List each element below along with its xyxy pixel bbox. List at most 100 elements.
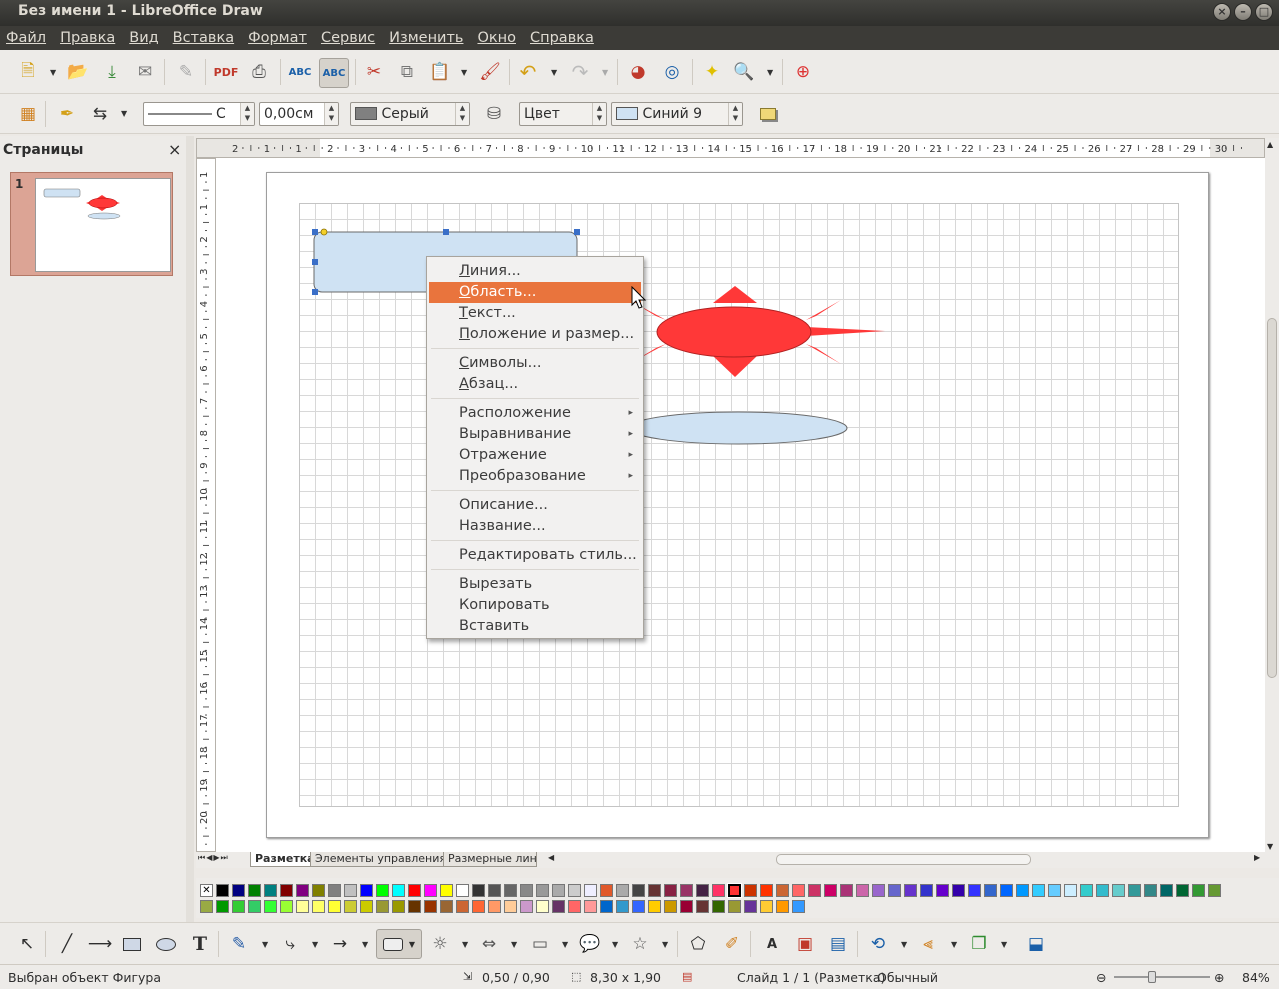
color-swatch[interactable] [1064, 884, 1077, 897]
curve-dropdown-icon[interactable]: ▼ [262, 940, 268, 949]
color-swatch[interactable] [568, 884, 581, 897]
gluepoints-tool-icon[interactable]: ✐ [720, 932, 744, 956]
scroll-right-icon[interactable]: ▶ [1254, 853, 1260, 862]
block-arrows-icon[interactable]: ⇔ [477, 932, 501, 956]
color-swatch[interactable] [536, 900, 549, 913]
color-swatch[interactable] [520, 900, 533, 913]
color-swatch[interactable] [264, 884, 277, 897]
color-swatch[interactable] [776, 900, 789, 913]
color-swatch[interactable] [1032, 884, 1045, 897]
menu-edit[interactable]: Правка [54, 30, 123, 46]
context-menu-item[interactable]: Положение и размер... [429, 324, 641, 345]
line-width-spin[interactable]: ▲ ▼ [324, 103, 338, 125]
color-swatch[interactable] [408, 884, 421, 897]
color-swatch[interactable] [392, 884, 405, 897]
gluepoint-icon[interactable]: ✦ [700, 60, 724, 84]
curve-tool-icon[interactable]: ✎ [227, 932, 251, 956]
context-menu-item[interactable]: Редактировать стиль... [429, 545, 641, 566]
flowchart-icon[interactable]: ▭ [528, 932, 552, 956]
color-swatch[interactable] [584, 884, 597, 897]
help-icon[interactable]: ⊕ [791, 60, 815, 84]
color-swatch[interactable] [760, 900, 773, 913]
color-swatch[interactable] [360, 884, 373, 897]
save-icon[interactable]: ⤓ [100, 60, 124, 84]
scroll-down-icon[interactable]: ▼ [1267, 842, 1273, 851]
vertical-ruler[interactable]: 1 1 2 3 4 5 6 7 8 9 10 11 12 13 14 15 16 17 18 19 20 [196, 158, 216, 852]
color-swatch[interactable] [376, 884, 389, 897]
callouts-dropdown-icon[interactable]: ▼ [612, 940, 618, 949]
lines-arrows-dropdown-icon[interactable]: ▼ [362, 940, 368, 949]
color-swatch[interactable] [1016, 884, 1029, 897]
shadow-icon[interactable] [756, 102, 780, 126]
basic-shapes-icon[interactable]: ▼ [376, 929, 422, 959]
color-swatch[interactable] [1208, 884, 1221, 897]
color-swatch[interactable] [360, 900, 373, 913]
color-swatch[interactable] [280, 884, 293, 897]
symbol-shapes-dropdown-icon[interactable]: ▼ [462, 940, 468, 949]
arrow-style-dropdown-icon[interactable]: ▼ [121, 109, 127, 118]
color-swatch[interactable] [328, 900, 341, 913]
color-swatch[interactable] [328, 884, 341, 897]
color-swatch[interactable] [856, 884, 869, 897]
print-icon[interactable]: ⎙ [247, 60, 271, 84]
undo-dropdown-icon[interactable]: ▼ [551, 68, 557, 77]
page-thumbnail[interactable]: 1 [10, 172, 173, 276]
tab-dimension-lines[interactable]: Размерные лини [443, 852, 537, 867]
color-swatch[interactable] [920, 884, 933, 897]
context-menu-item[interactable]: Описание... [429, 495, 641, 516]
color-swatch[interactable] [536, 884, 549, 897]
context-menu-item[interactable]: Копировать [429, 595, 641, 616]
line-style-select[interactable]: С ▲ ▼ [143, 102, 255, 126]
connector-dropdown-icon[interactable]: ▼ [312, 940, 318, 949]
color-swatch[interactable] [968, 884, 981, 897]
color-swatch[interactable] [792, 900, 805, 913]
color-swatch[interactable] [792, 884, 805, 897]
color-swatch[interactable] [824, 884, 837, 897]
close-window-icon[interactable]: × [1213, 3, 1231, 21]
align-dropdown-icon[interactable]: ▼ [951, 940, 957, 949]
context-menu-item[interactable]: Символы... [429, 353, 641, 374]
color-swatch[interactable] [952, 884, 965, 897]
color-swatch[interactable] [696, 884, 709, 897]
color-swatch[interactable] [472, 884, 485, 897]
autospellcheck-icon[interactable]: ABC [319, 58, 349, 88]
align-icon[interactable]: ⫷ [916, 932, 940, 956]
stars-dropdown-icon[interactable]: ▼ [662, 940, 668, 949]
color-swatch[interactable] [664, 900, 677, 913]
rotate-dropdown-icon[interactable]: ▼ [901, 940, 907, 949]
menu-view[interactable]: Вид [123, 30, 166, 46]
color-swatch[interactable] [296, 900, 309, 913]
color-swatch[interactable] [600, 884, 613, 897]
menu-modify[interactable]: Изменить [383, 30, 471, 46]
color-swatch[interactable] [648, 884, 661, 897]
color-swatch[interactable] [264, 900, 277, 913]
paste-dropdown-icon[interactable]: ▼ [461, 68, 467, 77]
color-swatch[interactable] [232, 900, 245, 913]
redo-icon[interactable]: ↷ [568, 60, 592, 84]
zoom-in-icon[interactable]: ⊕ [1214, 970, 1224, 985]
line-color-spin[interactable]: ▲ ▼ [455, 103, 469, 125]
color-swatch[interactable] [392, 900, 405, 913]
color-swatch[interactable] [440, 900, 453, 913]
arrange-icon[interactable]: ❐ [967, 932, 991, 956]
line-icon[interactable]: ✒ [55, 102, 79, 126]
ellipse-shape[interactable] [628, 411, 848, 445]
area-type-spin[interactable]: ▲ ▼ [592, 103, 606, 125]
line-color-select[interactable]: Серый ▲ ▼ [350, 102, 470, 126]
context-menu-item[interactable]: Вырезать [429, 574, 641, 595]
color-swatch[interactable] [456, 884, 469, 897]
open-icon[interactable]: 📂 [66, 60, 90, 84]
context-menu-item[interactable]: Название... [429, 516, 641, 537]
lines-arrows-icon[interactable]: → [328, 932, 352, 956]
context-menu-item[interactable]: Линия... [429, 261, 641, 282]
edit-file-icon[interactable]: ✎ [174, 60, 198, 84]
color-swatch[interactable] [664, 884, 677, 897]
rectangle-tool-icon[interactable] [120, 932, 144, 956]
color-swatch[interactable] [568, 900, 581, 913]
select-arrow-icon[interactable]: ↖ [15, 932, 39, 956]
color-swatch[interactable] [424, 884, 437, 897]
zoom-dropdown-icon[interactable]: ▼ [767, 68, 773, 77]
color-swatch[interactable] [408, 900, 421, 913]
rotate-icon[interactable]: ⟲ [866, 932, 890, 956]
color-swatch[interactable] [216, 884, 229, 897]
